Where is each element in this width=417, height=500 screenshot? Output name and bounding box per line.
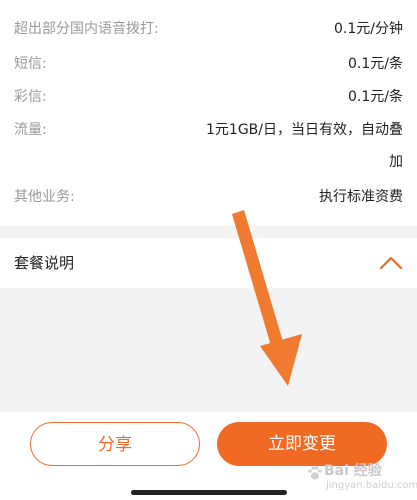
paw-icon — [308, 466, 322, 480]
share-button[interactable]: 分享 — [30, 422, 200, 466]
home-indicator — [131, 490, 287, 495]
rate-value: 执行标准资费 — [319, 189, 403, 205]
rate-value: 1元1GB/日，当日有效，自动叠 — [206, 122, 403, 138]
rate-label: 彩信: — [14, 89, 47, 105]
rate-label: 其他业务: — [14, 189, 75, 205]
section-title: 套餐说明 — [14, 254, 75, 272]
rates-list: 超出部分国内语音拨打: 0.1元/分钟 短信: 0.1元/条 彩信: 0.1元/… — [0, 0, 417, 226]
rate-label: 短信: — [14, 56, 47, 72]
rate-value-continued: 加 — [389, 154, 403, 170]
watermark: Bai 经验 jingyan.baidu.com — [304, 458, 417, 498]
rate-value: 0.1元/条 — [348, 89, 403, 105]
package-description-header[interactable]: 套餐说明 — [0, 238, 417, 288]
content-background — [0, 288, 417, 412]
rate-label: 流量: — [14, 122, 47, 138]
watermark-subtext: jingyan.baidu.com — [326, 480, 417, 491]
section-divider — [0, 226, 417, 238]
rate-value: 0.1元/条 — [348, 56, 403, 72]
rate-value: 0.1元/分钟 — [334, 21, 403, 37]
watermark-text: Bai 经验 — [324, 463, 382, 479]
chevron-up-icon[interactable] — [379, 252, 403, 274]
rate-label: 超出部分国内语音拨打: — [14, 21, 159, 37]
